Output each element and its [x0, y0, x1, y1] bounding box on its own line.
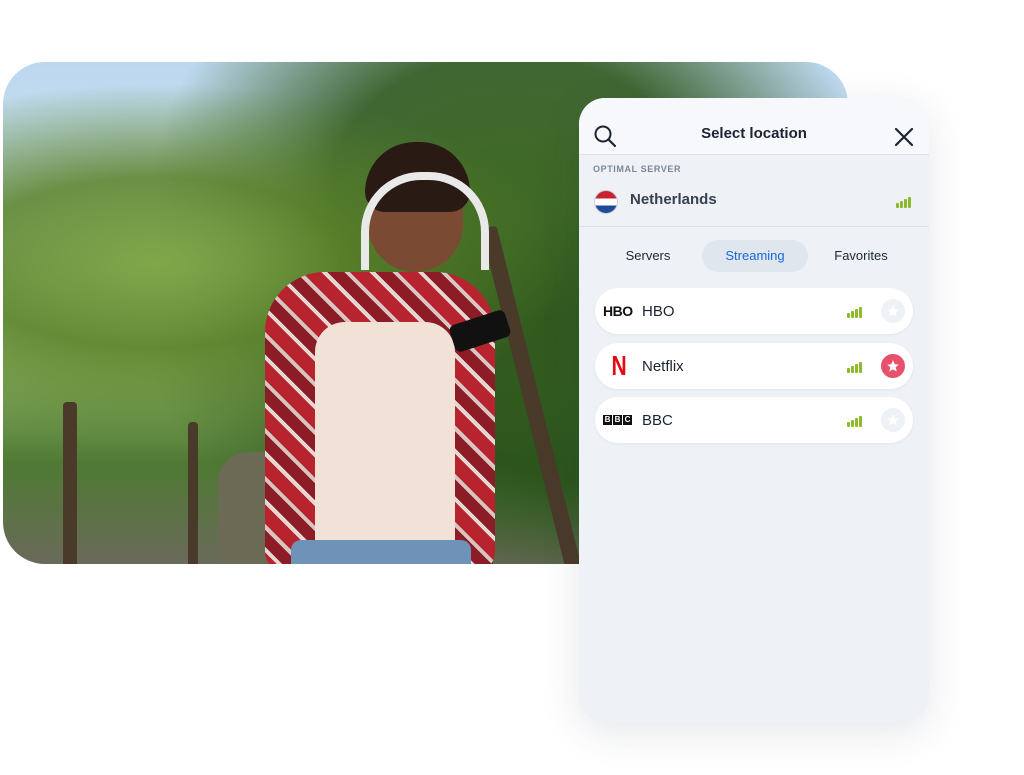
- close-icon[interactable]: [893, 126, 915, 148]
- favorite-star-icon[interactable]: [881, 299, 905, 323]
- bbc-logo-icon: B B C: [603, 415, 632, 425]
- signal-icon: [847, 415, 865, 427]
- favorite-star-icon[interactable]: [881, 354, 905, 378]
- tab-servers[interactable]: Servers: [611, 240, 685, 272]
- service-row-hbo[interactable]: HBO HBO: [595, 288, 913, 334]
- netflix-logo-icon: N: [611, 350, 627, 381]
- signal-icon: [847, 306, 865, 318]
- panel-header: Select location: [579, 98, 929, 155]
- optimal-server-row[interactable]: Netherlands: [579, 178, 929, 227]
- location-tabs: Servers Streaming Favorites: [597, 240, 911, 272]
- netherlands-flag-icon: [594, 190, 618, 214]
- service-row-bbc[interactable]: B B C BBC: [595, 397, 913, 443]
- service-label: Netflix: [642, 358, 684, 375]
- service-label: BBC: [642, 412, 673, 429]
- service-label: HBO: [642, 303, 675, 320]
- service-row-netflix[interactable]: N Netflix: [595, 343, 913, 389]
- tab-streaming[interactable]: Streaming: [702, 240, 808, 272]
- tab-favorites[interactable]: Favorites: [825, 240, 897, 272]
- page-title: Select location: [701, 125, 807, 142]
- location-panel: Select location OPTIMAL SERVER Netherlan…: [579, 98, 929, 722]
- optimal-server-country: Netherlands: [630, 191, 717, 208]
- signal-icon: [847, 361, 865, 373]
- optimal-server-label: OPTIMAL SERVER: [593, 164, 682, 174]
- signal-icon: [896, 196, 914, 208]
- favorite-star-icon[interactable]: [881, 408, 905, 432]
- hbo-logo-icon: HBO: [603, 303, 633, 319]
